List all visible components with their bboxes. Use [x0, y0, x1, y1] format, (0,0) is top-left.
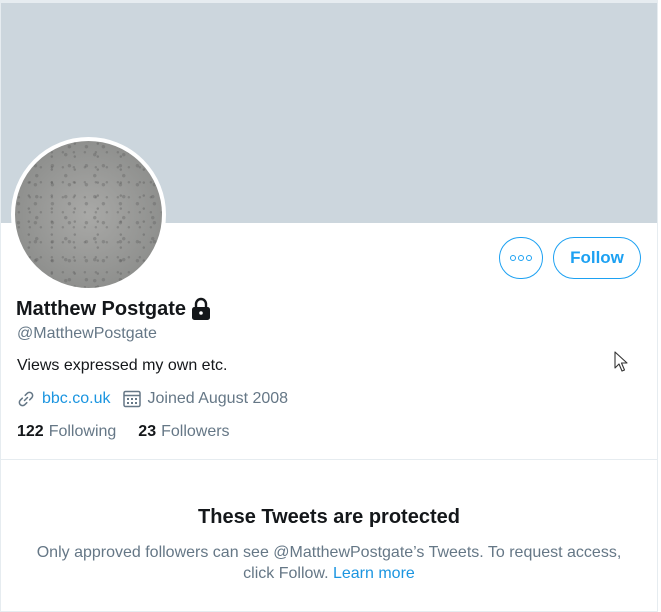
profile-stats: 122 Following 23 Followers	[17, 423, 230, 441]
profile-name: Matthew Postgate	[16, 297, 187, 320]
follow-button[interactable]: Follow	[553, 237, 641, 279]
more-options-button[interactable]	[499, 237, 543, 279]
followers-label: Followers	[161, 423, 230, 440]
profile-bio: Views expressed my own etc.	[17, 357, 228, 374]
link-icon	[16, 389, 36, 409]
profile-name-row: Matthew Postgate	[16, 297, 212, 321]
profile-page: Follow Matthew Postgate @MatthewPostgate…	[0, 0, 658, 612]
following-count: 122	[17, 423, 44, 440]
followers-stat[interactable]: 23 Followers	[138, 423, 229, 441]
protected-message-text: Only approved followers can see @Matthew…	[36, 544, 622, 582]
profile-meta: bbc.co.uk Joined August 2008	[16, 389, 288, 409]
more-options-dot	[526, 255, 532, 261]
calendar-icon	[122, 389, 142, 409]
following-label: Following	[48, 423, 117, 440]
learn-more-link[interactable]: Learn more	[333, 565, 415, 582]
profile-joined-date: Joined August 2008	[147, 390, 289, 407]
profile-handle: @MatthewPostgate	[17, 325, 157, 342]
following-stat[interactable]: 122 Following	[17, 423, 116, 441]
divider	[1, 459, 657, 460]
mouse-cursor-icon	[614, 351, 628, 372]
avatar[interactable]	[11, 137, 166, 292]
protected-tweets-title: These Tweets are protected	[198, 506, 460, 528]
lock-icon	[190, 297, 212, 321]
followers-count: 23	[138, 423, 157, 440]
more-options-dot	[518, 255, 524, 261]
protected-tweets-message: Only approved followers can see @Matthew…	[26, 542, 632, 584]
profile-website-link[interactable]: bbc.co.uk	[42, 390, 110, 408]
more-options-icon	[510, 255, 516, 261]
